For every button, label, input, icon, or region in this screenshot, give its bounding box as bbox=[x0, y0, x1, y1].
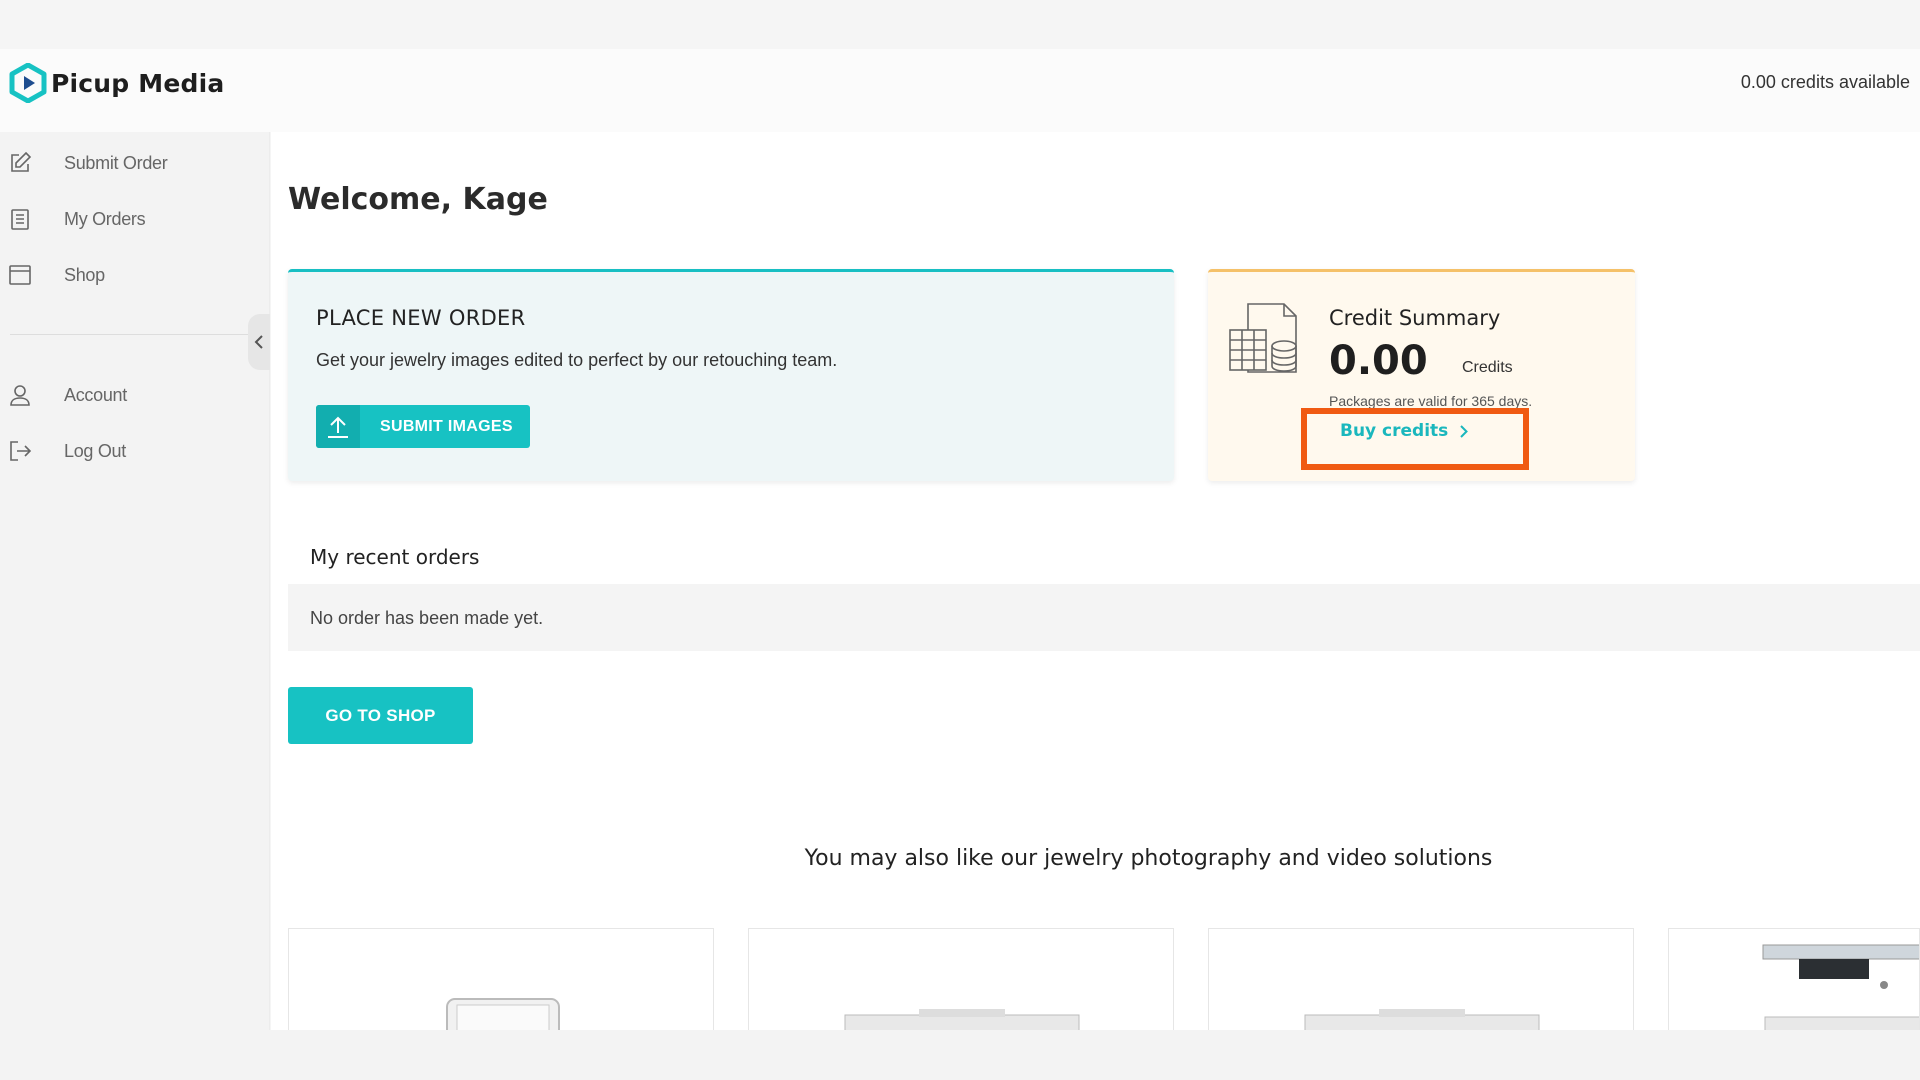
sidebar-collapse-button[interactable] bbox=[248, 314, 270, 370]
recent-orders-title: My recent orders bbox=[310, 545, 480, 569]
spreadsheet-coins-icon bbox=[1229, 303, 1297, 373]
product-card[interactable] bbox=[1208, 928, 1634, 1030]
product-card[interactable] bbox=[1668, 928, 1920, 1030]
sidebar-item-account[interactable]: Account bbox=[0, 375, 260, 415]
browser-top-strip bbox=[0, 0, 1920, 49]
credit-balance-value: 0.00 bbox=[1329, 338, 1428, 384]
sidebar-item-my-orders[interactable]: My Orders bbox=[0, 199, 260, 239]
logo-icon bbox=[9, 63, 47, 103]
sidebar: Submit Order My Orders Shop Account Log … bbox=[0, 132, 270, 1030]
sidebar-item-label: My Orders bbox=[64, 208, 146, 229]
order-card-description: Get your jewelry images edited to perfec… bbox=[316, 350, 838, 370]
chevron-left-icon bbox=[254, 335, 263, 349]
package-validity-note: Packages are valid for 365 days. bbox=[1329, 393, 1533, 409]
sidebar-item-label: Shop bbox=[64, 264, 105, 285]
product-card[interactable] bbox=[748, 928, 1174, 1030]
recent-orders-empty-row: No order has been made yet. bbox=[288, 584, 1920, 651]
credit-unit-label: Credits bbox=[1462, 359, 1513, 376]
page-title: Welcome, Kage bbox=[288, 182, 548, 217]
sidebar-item-label: Log Out bbox=[64, 440, 126, 461]
brand-name: Picup Media bbox=[51, 68, 225, 98]
place-order-card: PLACE NEW ORDER Get your jewelry images … bbox=[288, 269, 1174, 481]
product-image bbox=[1304, 1009, 1540, 1030]
submit-images-button[interactable]: SUBMIT IMAGES bbox=[316, 405, 530, 448]
user-icon bbox=[10, 385, 30, 406]
edit-icon bbox=[11, 151, 32, 172]
product-card[interactable] bbox=[288, 928, 714, 1030]
submit-images-label: SUBMIT IMAGES bbox=[380, 417, 513, 435]
sidebar-item-log-out[interactable]: Log Out bbox=[0, 431, 260, 471]
browser-bottom-strip bbox=[0, 1030, 1920, 1080]
brand-logo[interactable]: Picup Media bbox=[9, 63, 224, 103]
main-content: Welcome, Kage PLACE NEW ORDER Get your j… bbox=[271, 132, 1920, 1030]
buy-credits-highlight bbox=[1301, 408, 1529, 470]
clipboard-icon bbox=[11, 209, 29, 230]
empty-orders-text: No order has been made yet. bbox=[310, 608, 544, 628]
logout-icon bbox=[10, 441, 32, 461]
sidebar-item-shop[interactable]: Shop bbox=[0, 255, 260, 295]
product-image bbox=[844, 1009, 1080, 1030]
product-image bbox=[446, 998, 560, 1030]
recommendations-heading: You may also like our jewelry photograph… bbox=[804, 846, 1493, 871]
sidebar-item-label: Account bbox=[64, 384, 127, 405]
sidebar-divider bbox=[10, 334, 248, 335]
shop-icon bbox=[9, 265, 31, 285]
app-header bbox=[0, 49, 1920, 132]
product-image bbox=[1762, 944, 1919, 1030]
credits-available-text: 0.00 credits available bbox=[1740, 72, 1910, 92]
order-card-title: PLACE NEW ORDER bbox=[316, 306, 526, 330]
sidebar-item-label: Submit Order bbox=[64, 152, 168, 173]
sidebar-item-submit-order[interactable]: Submit Order bbox=[0, 143, 260, 183]
credit-summary-title: Credit Summary bbox=[1329, 306, 1501, 330]
upload-icon bbox=[316, 405, 360, 448]
go-to-shop-button[interactable]: GO TO SHOP bbox=[288, 687, 473, 744]
